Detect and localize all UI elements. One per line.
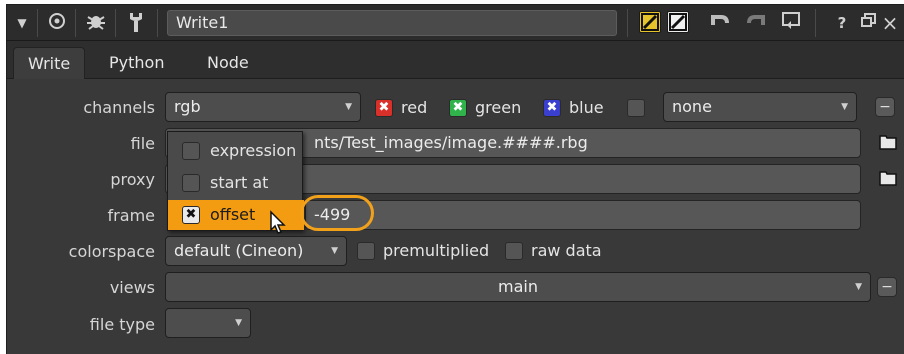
annotation-ring [300,195,374,231]
panel-titlebar: ▼ Write1 ? × [7,5,904,41]
red-label: red [401,98,428,117]
channels-label: channels [83,98,155,117]
wrench-icon[interactable] [123,11,149,35]
separator [37,9,38,37]
file-type-label: file type [89,315,155,334]
redo-icon[interactable] [743,11,769,35]
frame-offset-input[interactable]: -499 [305,200,861,230]
chevron-down-icon: ▼ [855,282,862,292]
premultiplied-checkbox[interactable] [357,242,375,260]
raw-data-label: raw data [531,241,602,260]
separator [157,9,158,37]
menu-item-start-at[interactable]: start at [168,168,304,198]
colorspace-label: colorspace [68,242,155,261]
file-label: file [130,134,155,153]
premultiplied-label: premultiplied [383,241,490,260]
menu-item-label: offset [210,205,256,224]
channels-menu-button[interactable]: − [875,97,895,117]
frame-label: frame [107,206,155,225]
chevron-down-icon: ▼ [345,102,352,112]
red-checkbox[interactable]: ✖ [375,99,393,117]
green-label: green [475,98,522,117]
separator [627,9,628,37]
mouse-cursor-icon [269,210,289,240]
node-name-field[interactable]: Write1 [167,10,617,36]
alpha-channel-value: none [672,97,712,116]
channels-value: rgb [174,97,201,116]
bug-icon[interactable] [83,11,109,35]
revert-icon[interactable] [779,11,805,35]
float-icon[interactable] [859,11,879,35]
views-label: views [109,278,155,297]
tab-python[interactable]: Python [95,47,178,79]
separator [115,9,116,37]
views-dropdown[interactable]: main ▼ [165,272,871,302]
separator [815,9,816,37]
green-checkbox[interactable]: ✖ [449,99,467,117]
file-type-dropdown[interactable]: ▼ [165,308,251,338]
chevron-down-icon: ▼ [235,318,242,328]
tab-write[interactable]: Write [13,47,86,79]
chevron-down-icon: ▼ [331,246,338,256]
menu-item-expression[interactable]: expression [168,136,304,166]
yellow-slash-icon[interactable] [639,11,661,33]
white-slash-icon[interactable] [667,11,689,33]
raw-data-checkbox[interactable] [505,242,523,260]
undo-icon[interactable] [707,11,733,35]
center-icon[interactable] [45,11,69,35]
views-menu-button[interactable]: − [877,277,897,297]
alpha-channel-dropdown[interactable]: none ▼ [663,92,857,122]
tab-node[interactable]: Node [193,47,263,79]
menu-item-label: expression [210,141,297,160]
collapse-triangle-icon[interactable]: ▼ [13,11,31,35]
folder-icon[interactable] [879,133,897,151]
views-value: main [498,277,538,296]
channels-dropdown[interactable]: rgb ▼ [165,92,361,122]
expression-checkbox [182,142,200,160]
blue-label: blue [569,98,604,117]
tab-bar: Write Python Node [7,41,904,79]
folder-icon[interactable] [879,169,897,187]
colorspace-value: default (Cineon) [174,241,304,260]
colorspace-dropdown[interactable]: default (Cineon) ▼ [165,236,347,266]
start-at-checkbox [182,174,200,192]
proxy-label: proxy [110,170,155,189]
properties-panel: ▼ Write1 ? × Write Python Node channels … [6,4,904,354]
help-icon[interactable]: ? [833,11,851,35]
chevron-down-icon: ▼ [841,102,848,112]
menu-item-label: start at [210,173,269,192]
separator [75,9,76,37]
alpha-checkbox[interactable] [627,99,645,117]
close-icon[interactable]: × [881,11,899,35]
offset-checkbox: ✖ [182,206,200,224]
blue-checkbox[interactable]: ✖ [543,99,561,117]
